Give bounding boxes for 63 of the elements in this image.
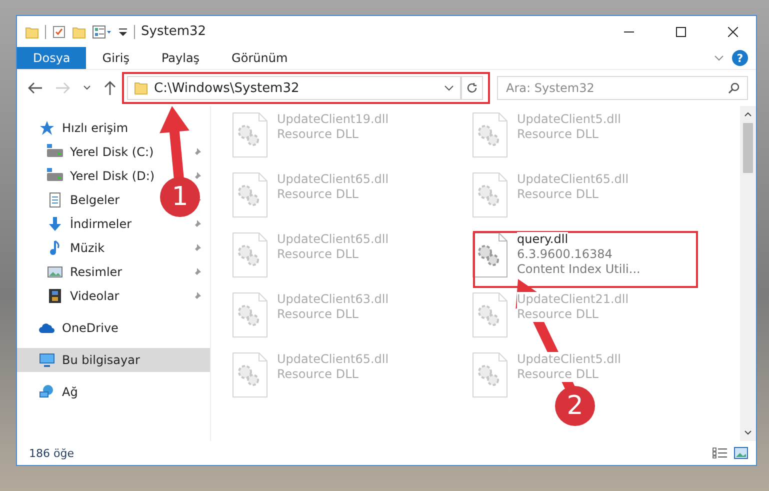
scroll-thumb[interactable]	[743, 123, 753, 173]
ribbon-tab[interactable]: Dosya	[17, 47, 86, 69]
close-icon	[728, 26, 738, 36]
star-icon	[39, 120, 55, 136]
sidebar-item[interactable]: Yerel Disk (C:)	[70, 145, 154, 159]
gear-file-icon	[231, 232, 269, 278]
pc-icon	[39, 352, 55, 368]
gear-file-icon	[471, 112, 509, 158]
pictures-icon	[47, 264, 63, 280]
file-name[interactable]: query.dll	[517, 232, 568, 247]
download-icon	[47, 216, 63, 232]
ribbon-tab[interactable]: Giriş	[86, 47, 146, 69]
ribbon-tab[interactable]: Görünüm	[216, 47, 304, 69]
sidebar-item[interactable]: Ağ	[62, 385, 78, 399]
gear-file-icon	[471, 232, 509, 278]
gear-file-icon	[231, 352, 269, 398]
help-button[interactable]: ?	[732, 50, 748, 66]
search-field[interactable]: Ara: System32	[497, 76, 748, 100]
network-icon	[39, 384, 55, 400]
sidebar-item[interactable]: OneDrive	[62, 321, 118, 335]
folder-icon	[134, 81, 148, 95]
sidebar-item[interactable]: İndirmeler	[70, 217, 132, 231]
drive-icon	[47, 168, 63, 184]
sidebar-item[interactable]: Belgeler	[70, 193, 120, 207]
video-icon	[47, 288, 63, 304]
file-detail: Resource DLL	[517, 307, 598, 322]
sidebar-item[interactable]: Müzik	[70, 241, 105, 255]
expand-ribbon-icon[interactable]	[714, 54, 724, 62]
gear-file-icon	[231, 172, 269, 218]
drive-icon	[47, 144, 63, 160]
sidebar-item[interactable]: Resimler	[70, 265, 122, 279]
back-button[interactable]	[27, 81, 43, 95]
sidebar-item[interactable]: Hızlı erişim	[62, 121, 128, 135]
file-detail: Resource DLL	[517, 367, 598, 382]
sidebar-item[interactable]: Bu bilgisayar	[62, 353, 140, 367]
checklist-icon[interactable]	[52, 24, 66, 38]
up-button[interactable]	[103, 80, 117, 96]
refresh-button[interactable]	[461, 76, 483, 100]
window-title: System32	[141, 24, 206, 39]
gear-file-icon	[471, 172, 509, 218]
sidebar-item[interactable]: Yerel Disk (D:)	[70, 169, 155, 183]
details-view-icon[interactable]	[712, 447, 728, 459]
recent-caret-icon[interactable]	[83, 85, 91, 91]
large-icons-view-icon[interactable]	[734, 447, 748, 459]
docs-icon	[47, 192, 63, 208]
gear-file-icon	[231, 112, 269, 158]
scroll-up-icon[interactable]	[744, 111, 752, 117]
scrollbar[interactable]	[740, 106, 756, 441]
minimize-icon	[624, 30, 634, 32]
scroll-down-icon[interactable]	[744, 430, 752, 436]
search-icon	[728, 82, 740, 94]
sidebar-item[interactable]: Videolar	[70, 289, 120, 303]
gear-file-icon	[231, 292, 269, 338]
item-count: 186 öğe	[29, 446, 74, 460]
address-field[interactable]: C:\Windows\System32	[127, 76, 461, 100]
maximize-icon	[676, 26, 686, 36]
refresh-icon	[466, 82, 478, 94]
selected-sidebar-row[interactable]: Bu bilgisayar	[17, 348, 210, 372]
ribbon-tab[interactable]: Paylaş	[145, 47, 216, 69]
gear-file-icon	[471, 352, 509, 398]
gear-file-icon	[471, 292, 509, 338]
caret-icon[interactable]	[444, 84, 454, 92]
properties-icon[interactable]	[92, 24, 112, 38]
